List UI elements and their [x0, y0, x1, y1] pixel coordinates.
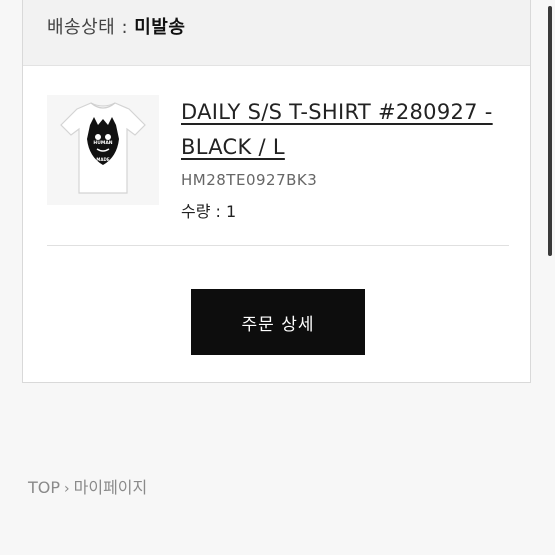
breadcrumb: TOP › 마이페이지 — [28, 474, 147, 498]
shipping-status-value: 미발송 — [134, 17, 186, 38]
order-card: 배송상태 : 미발송 HUMAN MADE DAILY S/S T-SHIRT … — [22, 0, 531, 383]
shipping-status-bar: 배송상태 : 미발송 — [23, 0, 530, 66]
order-item-row: HUMAN MADE DAILY S/S T-SHIRT #280927 - B… — [47, 95, 509, 246]
tshirt-image: HUMAN MADE — [60, 102, 146, 194]
logo-text-bottom: MADE — [96, 157, 109, 162]
order-detail-button[interactable]: 주문 상세 — [191, 289, 365, 355]
product-info: DAILY S/S T-SHIRT #280927 - BLACK / L HM… — [181, 95, 511, 222]
breadcrumb-separator-icon: › — [64, 481, 70, 497]
product-thumbnail[interactable]: HUMAN MADE — [47, 95, 159, 205]
product-code: HM28TE0927BK3 — [181, 171, 318, 189]
shipping-status-label: 배송상태 : — [47, 17, 135, 38]
page: 배송상태 : 미발송 HUMAN MADE DAILY S/S T-SHIRT … — [0, 0, 555, 555]
scrollbar-thumb[interactable] — [548, 6, 552, 256]
breadcrumb-mypage-link[interactable]: 마이페이지 — [74, 478, 148, 497]
breadcrumb-home-link[interactable]: TOP — [28, 478, 60, 497]
shipping-status: 배송상태 : 미발송 — [47, 13, 185, 39]
product-quantity: 수량 : 1 — [181, 202, 237, 221]
logo-text-top: HUMAN — [93, 140, 112, 146]
product-name-link[interactable]: DAILY S/S T-SHIRT #280927 - BLACK / L — [181, 95, 511, 165]
